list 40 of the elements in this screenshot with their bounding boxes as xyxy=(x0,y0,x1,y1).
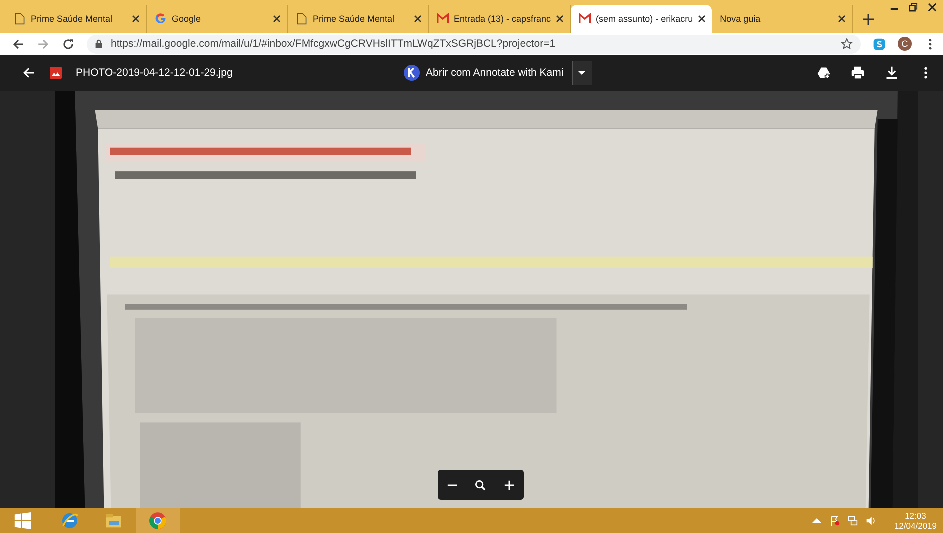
page-icon xyxy=(296,13,308,25)
close-icon[interactable] xyxy=(414,15,422,23)
browser-e-icon[interactable] xyxy=(60,510,80,530)
new-tab-icon[interactable] xyxy=(863,14,874,24)
address-field[interactable]: https://mail.google.com/mail/u/1/#inbox/FMfcgxwCgCRVHslITTmLWqZTxSGRjBCL?projector=1 xyxy=(87,34,861,54)
download-icon[interactable] xyxy=(885,66,899,80)
skype-icon[interactable] xyxy=(873,38,886,50)
browser-tab[interactable]: (sem assunto) - erikacru xyxy=(571,5,712,33)
lock-icon xyxy=(95,39,103,49)
close-icon[interactable] xyxy=(928,3,937,12)
flag-icon[interactable] xyxy=(830,516,840,526)
google-g-icon xyxy=(155,13,167,25)
back-icon[interactable] xyxy=(12,38,25,50)
close-icon[interactable] xyxy=(838,15,846,23)
reload-icon[interactable] xyxy=(62,38,75,50)
file-name: PHOTO-2019-04-12-12-01-29.jpg xyxy=(76,67,234,79)
search-icon[interactable] xyxy=(475,480,486,490)
mail-m-icon xyxy=(579,13,592,25)
close-icon[interactable] xyxy=(273,15,281,23)
print-icon[interactable] xyxy=(851,66,865,80)
zoom-in-icon[interactable] xyxy=(504,480,516,490)
network-icon[interactable] xyxy=(848,516,858,526)
kami-logo-icon xyxy=(404,65,420,81)
close-icon[interactable] xyxy=(698,15,706,23)
mail-m-icon xyxy=(437,13,449,25)
caret-icon xyxy=(578,71,586,75)
star-icon[interactable] xyxy=(841,38,853,50)
image-file-icon xyxy=(50,67,62,79)
close-icon[interactable] xyxy=(132,15,140,23)
open-with-button[interactable]: Abrir com Annotate with Kami xyxy=(400,63,568,83)
page-icon xyxy=(14,13,26,25)
chevron-up-icon[interactable] xyxy=(812,516,822,526)
close-icon[interactable] xyxy=(556,15,564,23)
restore-icon[interactable] xyxy=(909,3,918,12)
profile-avatar[interactable]: C xyxy=(898,37,912,51)
dropdown-button[interactable] xyxy=(572,61,592,85)
chrome-icon[interactable] xyxy=(148,510,168,530)
speaker-icon[interactable] xyxy=(866,516,876,526)
windows-start-icon[interactable] xyxy=(14,512,32,530)
add-to-drive-icon[interactable] xyxy=(817,66,831,80)
